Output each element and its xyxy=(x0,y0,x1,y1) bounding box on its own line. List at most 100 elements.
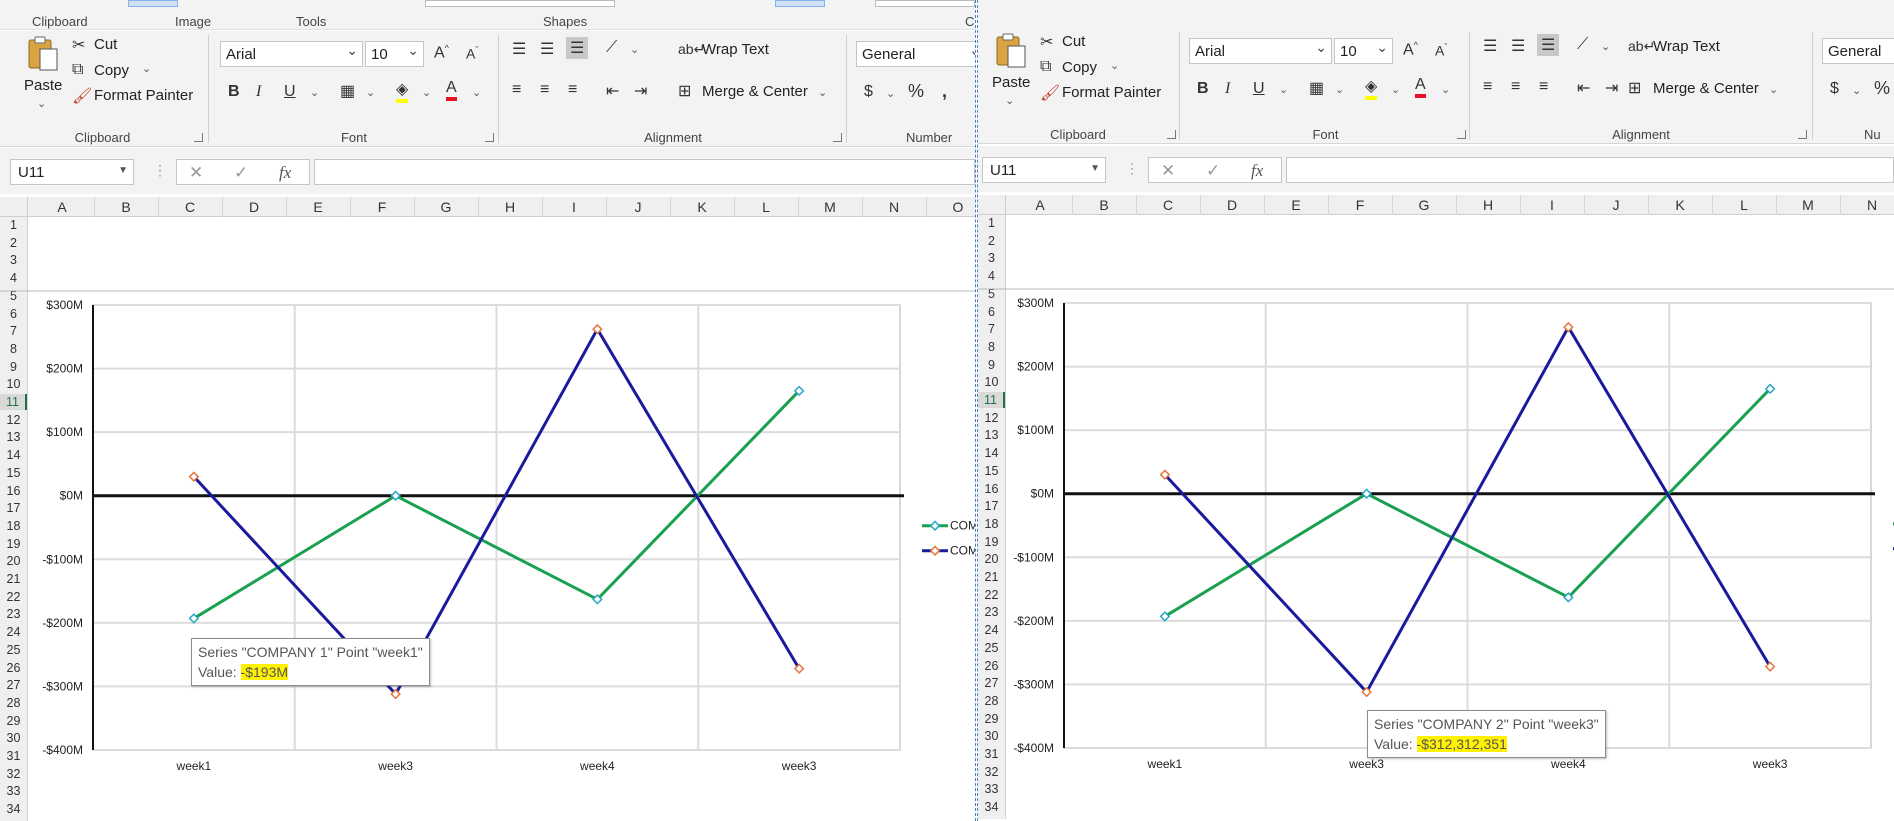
font-name-select[interactable]: Arial xyxy=(220,41,363,67)
column-header[interactable]: F xyxy=(1350,197,1370,213)
orientation-icon[interactable]: ⟋ xyxy=(606,39,617,57)
column-header[interactable]: M xyxy=(1798,197,1818,213)
wrap-text-button[interactable]: Wrap Text xyxy=(702,41,769,58)
row-header[interactable]: 3 xyxy=(0,252,27,268)
paste-icon[interactable] xyxy=(26,35,62,73)
font-launcher-icon[interactable] xyxy=(1457,130,1466,139)
borders-dropdown-icon[interactable]: ⌄ xyxy=(1335,83,1344,96)
row-header[interactable]: 1 xyxy=(978,215,1005,231)
column-header[interactable]: E xyxy=(308,199,328,215)
percent-icon[interactable]: % xyxy=(908,81,924,102)
increase-indent-icon[interactable]: ⇥ xyxy=(634,81,647,101)
column-header[interactable]: K xyxy=(692,199,712,215)
increase-indent-icon[interactable]: ⇥ xyxy=(1605,78,1618,98)
paste-icon[interactable] xyxy=(994,32,1030,70)
cut-icon[interactable]: ✂ xyxy=(1040,32,1053,52)
cut-button[interactable]: Cut xyxy=(1062,33,1085,50)
cancel-icon[interactable]: ✕ xyxy=(1161,161,1175,181)
column-header[interactable]: C xyxy=(1158,197,1178,213)
select-all-corner[interactable] xyxy=(0,197,28,217)
formula-input[interactable] xyxy=(314,159,975,185)
paste-button[interactable]: Paste xyxy=(992,74,1030,91)
column-header[interactable]: L xyxy=(1734,197,1754,213)
insert-function-icon[interactable]: fx xyxy=(279,163,291,183)
row-header[interactable]: 2 xyxy=(978,233,1005,249)
name-box-dropdown-icon[interactable]: ▼ xyxy=(118,165,128,176)
copy-button[interactable]: Copy xyxy=(94,62,129,79)
align-top-icon[interactable]: ☰ xyxy=(512,39,526,59)
underline-icon[interactable]: U xyxy=(284,83,296,101)
font-name-select[interactable]: Arial xyxy=(1189,38,1332,64)
currency-icon[interactable]: $ xyxy=(864,83,873,101)
selected-tool-tile[interactable] xyxy=(128,0,178,7)
column-header[interactable]: J xyxy=(1606,197,1626,213)
cut-button[interactable]: Cut xyxy=(94,36,117,53)
align-bottom-icon[interactable]: ☰ xyxy=(566,37,589,59)
fill-color-icon[interactable]: ◈ xyxy=(396,79,409,103)
column-header[interactable]: O xyxy=(948,199,968,215)
font-color-icon[interactable]: A xyxy=(1415,76,1426,98)
decrease-font-size-icon[interactable]: Aˇ xyxy=(466,45,478,62)
enter-icon[interactable]: ✓ xyxy=(234,163,248,183)
borders-icon[interactable]: ▦ xyxy=(340,81,355,101)
column-header[interactable]: E xyxy=(1286,197,1306,213)
increase-font-size-icon[interactable]: A^ xyxy=(434,43,449,62)
decrease-font-size-icon[interactable]: Aˇ xyxy=(1435,42,1447,59)
wrap-text-button[interactable]: Wrap Text xyxy=(1653,38,1720,55)
formula-bar-grip-icon[interactable]: ⋮ xyxy=(1125,160,1139,177)
merge-dropdown-icon[interactable]: ⌄ xyxy=(818,86,827,99)
column-header[interactable]: G xyxy=(436,199,456,215)
merge-center-button[interactable]: Merge & Center xyxy=(702,83,808,100)
column-header[interactable]: J xyxy=(628,199,648,215)
bold-icon[interactable]: B xyxy=(1197,80,1209,98)
comma-style-icon[interactable]: , xyxy=(942,81,947,102)
underline-icon[interactable]: U xyxy=(1253,80,1265,98)
cut-icon[interactable]: ✂ xyxy=(72,35,85,55)
column-header[interactable]: L xyxy=(756,199,776,215)
align-right-icon[interactable]: ≡ xyxy=(568,81,577,99)
column-header[interactable]: I xyxy=(564,199,584,215)
align-middle-icon[interactable]: ☰ xyxy=(1511,36,1525,56)
font-size-select[interactable]: 10 xyxy=(1334,38,1393,64)
align-left-icon[interactable]: ≡ xyxy=(1483,78,1492,96)
copy-button[interactable]: Copy xyxy=(1062,59,1097,76)
shapes-gallery[interactable] xyxy=(425,0,615,7)
row-header[interactable]: 4 xyxy=(0,270,27,286)
formula-bar-grip-icon[interactable]: ⋮ xyxy=(153,162,167,179)
align-left-icon[interactable]: ≡ xyxy=(512,81,521,99)
copy-icon[interactable]: ⧉ xyxy=(72,61,83,79)
merge-center-icon[interactable]: ⊞ xyxy=(678,81,691,101)
fill-color-icon[interactable]: ◈ xyxy=(1365,76,1378,100)
row-header[interactable]: 1 xyxy=(0,217,27,233)
select-all-corner[interactable] xyxy=(978,195,1006,215)
font-color-dropdown-icon[interactable]: ⌄ xyxy=(472,86,481,99)
decrease-indent-icon[interactable]: ⇤ xyxy=(606,81,619,101)
column-header[interactable]: D xyxy=(244,199,264,215)
align-middle-icon[interactable]: ☰ xyxy=(540,39,554,59)
line-chart-right[interactable]: $300M $200M $100M $0M -$100M -$200M -$300M -$40… xyxy=(978,283,1894,783)
column-header[interactable]: B xyxy=(1094,197,1114,213)
paste-dropdown-icon[interactable]: ⌄ xyxy=(1005,94,1014,107)
borders-dropdown-icon[interactable]: ⌄ xyxy=(366,86,375,99)
fill-color-dropdown-icon[interactable]: ⌄ xyxy=(422,86,431,99)
percent-icon[interactable]: % xyxy=(1874,78,1890,99)
column-header[interactable]: D xyxy=(1222,197,1242,213)
line-chart-left[interactable]: $300M $200M $100M $0M -$100M -$200M -$300M -$40… xyxy=(0,285,975,785)
column-header[interactable]: N xyxy=(884,199,904,215)
column-header[interactable]: F xyxy=(372,199,392,215)
increase-font-size-icon[interactable]: A^ xyxy=(1403,40,1418,59)
clipboard-launcher-icon[interactable] xyxy=(194,133,203,142)
column-header[interactable]: N xyxy=(1862,197,1882,213)
align-center-icon[interactable]: ≡ xyxy=(540,81,549,99)
number-format-select[interactable]: General xyxy=(1822,38,1894,64)
wrap-text-icon[interactable]: ab↵ xyxy=(1628,38,1655,55)
row-header[interactable]: 4 xyxy=(978,268,1005,284)
row-header[interactable]: 33 xyxy=(0,783,27,799)
font-color-dropdown-icon[interactable]: ⌄ xyxy=(1441,83,1450,96)
align-top-icon[interactable]: ☰ xyxy=(1483,36,1497,56)
bold-icon[interactable]: B xyxy=(228,83,240,101)
row-header[interactable]: 33 xyxy=(978,781,1005,797)
font-size-select[interactable]: 10 xyxy=(365,41,424,67)
font-color-icon[interactable]: A xyxy=(446,79,457,101)
italic-icon[interactable]: I xyxy=(256,83,261,101)
